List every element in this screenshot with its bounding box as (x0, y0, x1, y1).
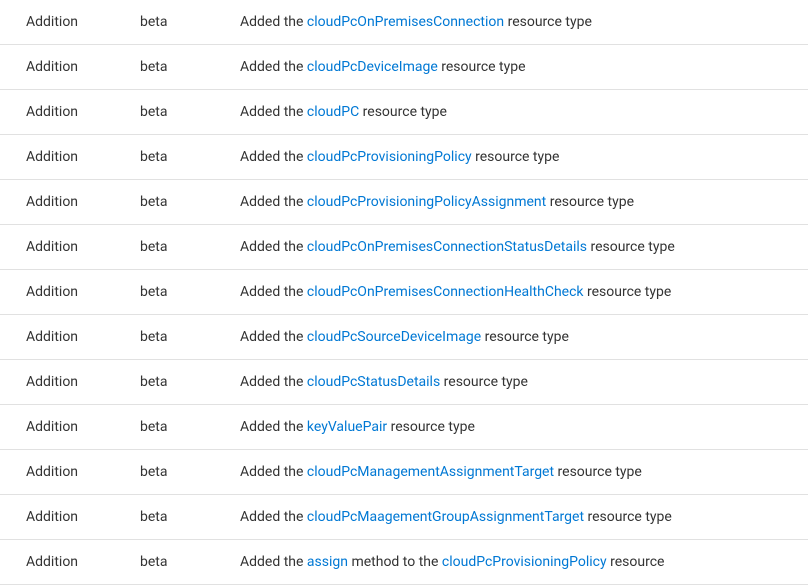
description-suffix: resource (607, 554, 665, 570)
table-row: AdditionbetaAdded the assign method to t… (0, 540, 808, 585)
table-row: AdditionbetaAdded the cloudPcSourceDevic… (0, 315, 808, 360)
description-prefix: Added the (240, 59, 307, 75)
version: beta (140, 90, 240, 135)
description-prefix: Added the (240, 419, 307, 435)
version: beta (140, 495, 240, 540)
change-type: Addition (0, 270, 140, 315)
version: beta (140, 180, 240, 225)
description-prefix: Added the (240, 149, 307, 165)
description: Added the cloudPcProvisioningPolicy reso… (240, 135, 808, 180)
table-row: AdditionbetaAdded the cloudPcOnPremisesC… (0, 270, 808, 315)
change-type: Addition (0, 540, 140, 585)
version: beta (140, 315, 240, 360)
version: beta (140, 135, 240, 180)
description: Added the cloudPcDeviceImage resource ty… (240, 45, 808, 90)
description-suffix: resource type (587, 239, 675, 255)
description-prefix: Added the (240, 239, 307, 255)
description-suffix: resource type (440, 374, 528, 390)
table-row: AdditionbetaAdded the keyValuePair resou… (0, 405, 808, 450)
description: Added the cloudPcOnPremisesConnectionSta… (240, 225, 808, 270)
resource-link[interactable]: cloudPC (307, 104, 359, 120)
resource-link[interactable]: cloudPcProvisioningPolicy (442, 554, 607, 570)
description-suffix: resource type (554, 464, 642, 480)
version: beta (140, 360, 240, 405)
change-type: Addition (0, 135, 140, 180)
table-row: AdditionbetaAdded the cloudPcDeviceImage… (0, 45, 808, 90)
resource-link[interactable]: cloudPcOnPremisesConnection (307, 14, 504, 30)
version: beta (140, 225, 240, 270)
resource-link[interactable]: keyValuePair (307, 419, 387, 435)
change-type: Addition (0, 450, 140, 495)
resource-link[interactable]: cloudPcProvisioningPolicyAssignment (307, 194, 546, 210)
description: Added the cloudPC resource type (240, 90, 808, 135)
description-prefix: Added the (240, 374, 307, 390)
description-suffix: resource type (481, 329, 569, 345)
table-row: AdditionbetaAdded the cloudPcOnPremisesC… (0, 225, 808, 270)
resource-link[interactable]: cloudPcOnPremisesConnectionHealthCheck (307, 284, 584, 300)
change-type: Addition (0, 495, 140, 540)
description-suffix: resource type (584, 509, 672, 525)
description-prefix: Added the (240, 284, 307, 300)
version: beta (140, 270, 240, 315)
description-prefix: Added the (240, 464, 307, 480)
table-row: AdditionbetaAdded the cloudPcProvisionin… (0, 180, 808, 225)
description-suffix: resource type (472, 149, 560, 165)
change-type: Addition (0, 45, 140, 90)
description-suffix: resource type (387, 419, 475, 435)
resource-link[interactable]: assign (307, 554, 348, 570)
changelog-table: AdditionbetaAdded the cloudPcOnPremisesC… (0, 0, 808, 585)
description: Added the cloudPcManagementAssignmentTar… (240, 450, 808, 495)
change-type: Addition (0, 225, 140, 270)
version: beta (140, 45, 240, 90)
change-type: Addition (0, 315, 140, 360)
description: Added the cloudPcProvisioningPolicyAssig… (240, 180, 808, 225)
version: beta (140, 0, 240, 45)
description-prefix: Added the (240, 554, 307, 570)
resource-link[interactable]: cloudPcProvisioningPolicy (307, 149, 472, 165)
resource-link[interactable]: cloudPcDeviceImage (307, 59, 438, 75)
description-suffix: resource type (504, 14, 592, 30)
table-row: AdditionbetaAdded the cloudPC resource t… (0, 90, 808, 135)
table-row: AdditionbetaAdded the cloudPcMaagementGr… (0, 495, 808, 540)
resource-link[interactable]: cloudPcStatusDetails (307, 374, 440, 390)
description-prefix: Added the (240, 194, 307, 210)
description-prefix: Added the (240, 509, 307, 525)
change-type: Addition (0, 0, 140, 45)
table-row: AdditionbetaAdded the cloudPcStatusDetai… (0, 360, 808, 405)
table-row: AdditionbetaAdded the cloudPcManagementA… (0, 450, 808, 495)
table-row: AdditionbetaAdded the cloudPcOnPremisesC… (0, 0, 808, 45)
version: beta (140, 540, 240, 585)
description-prefix: Added the (240, 329, 307, 345)
change-type: Addition (0, 360, 140, 405)
description-suffix: resource type (584, 284, 672, 300)
description: Added the assign method to the cloudPcPr… (240, 540, 808, 585)
description: Added the cloudPcStatusDetails resource … (240, 360, 808, 405)
resource-link[interactable]: cloudPcManagementAssignmentTarget (307, 464, 554, 480)
description: Added the cloudPcSourceDeviceImage resou… (240, 315, 808, 360)
description-mid: method to the (348, 554, 442, 570)
description-suffix: resource type (438, 59, 526, 75)
description: Added the keyValuePair resource type (240, 405, 808, 450)
change-type: Addition (0, 90, 140, 135)
resource-link[interactable]: cloudPcOnPremisesConnectionStatusDetails (307, 239, 587, 255)
version: beta (140, 405, 240, 450)
description: Added the cloudPcOnPremisesConnectionHea… (240, 270, 808, 315)
change-type: Addition (0, 180, 140, 225)
description: Added the cloudPcMaagementGroupAssignmen… (240, 495, 808, 540)
resource-link[interactable]: cloudPcMaagementGroupAssignmentTarget (307, 509, 584, 525)
description-prefix: Added the (240, 104, 307, 120)
description-suffix: resource type (546, 194, 634, 210)
version: beta (140, 450, 240, 495)
table-row: AdditionbetaAdded the cloudPcProvisionin… (0, 135, 808, 180)
description: Added the cloudPcOnPremisesConnection re… (240, 0, 808, 45)
description-prefix: Added the (240, 14, 307, 30)
change-type: Addition (0, 405, 140, 450)
description-suffix: resource type (359, 104, 447, 120)
resource-link[interactable]: cloudPcSourceDeviceImage (307, 329, 481, 345)
